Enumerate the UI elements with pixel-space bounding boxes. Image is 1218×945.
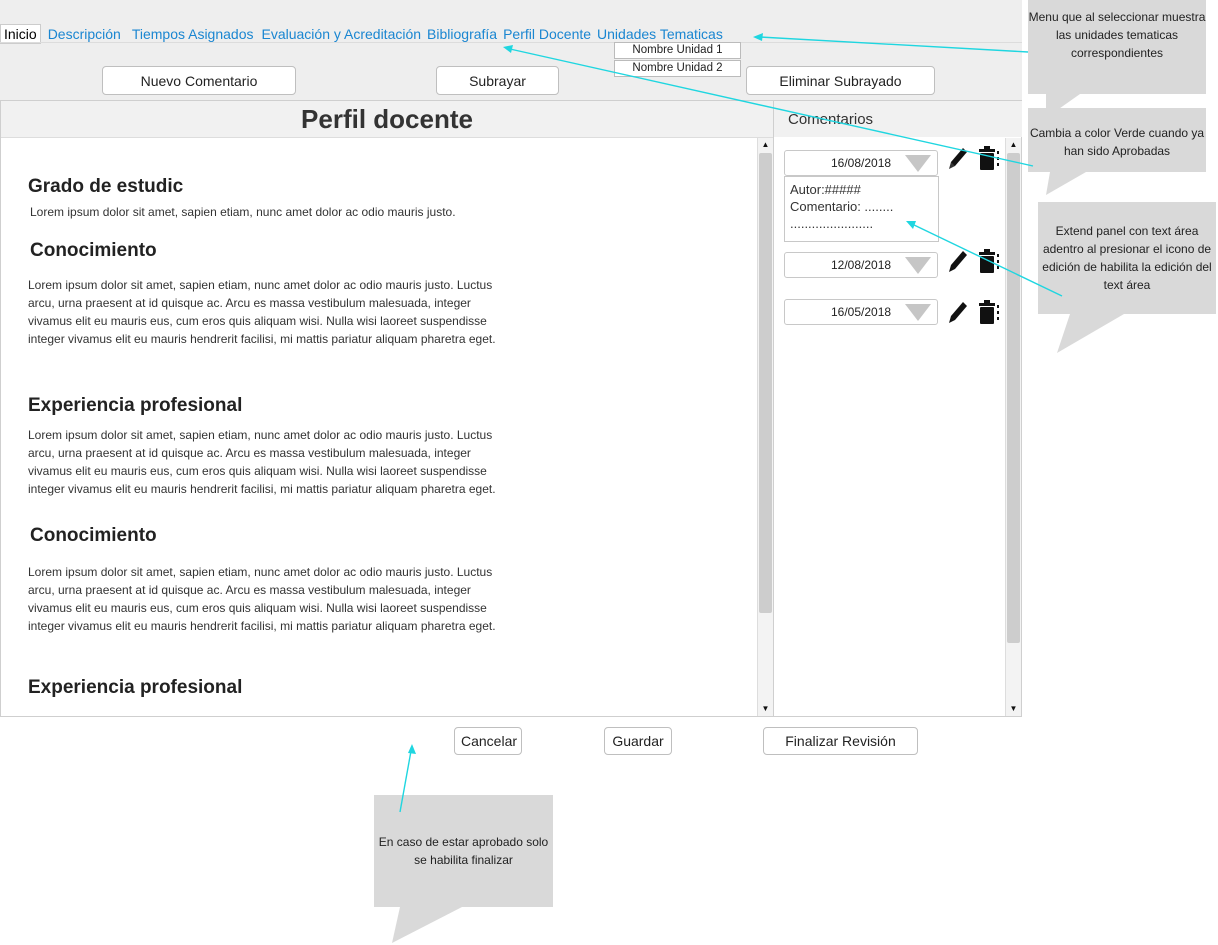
pencil-icon[interactable] [946,299,970,325]
comment-date-dropdown[interactable]: 12/08/2018 [784,252,938,278]
section-body-experiencia: Lorem ipsum dolor sit amet, sapien etiam… [28,428,496,496]
comment-date-dropdown[interactable]: 16/08/2018 [784,150,938,176]
scrollbar-thumb[interactable] [759,153,772,613]
section-heading-experiencia: Experiencia profesional [28,395,243,416]
profile-panel: Perfil docente Grado de estudic Lorem ip… [0,100,774,717]
comment-date: 16/08/2018 [831,156,892,170]
section-heading-grado: Grado de estudic [28,176,184,197]
submenu-item-unit-1[interactable]: Nombre Unidad 1 [614,42,741,59]
note-tail [1057,314,1124,353]
section-body-conocimiento: Lorem ipsum dolor sit amet, sapien etiam… [28,278,496,346]
scrollbar-thumb[interactable] [1007,153,1020,643]
remove-underline-button[interactable]: Eliminar Subrayado [746,66,935,95]
note-approved: Cambia a color Verde cuando ya han sido … [1028,108,1206,172]
scroll-up-icon[interactable]: ▲ [1006,138,1021,152]
pencil-icon[interactable] [946,145,970,171]
menu-item-bibliografia[interactable]: Bibliografía [424,26,500,42]
comment-date: 16/05/2018 [831,305,892,319]
menu-item-evaluacion[interactable]: Evaluación y Acreditación [259,26,425,42]
trash-icon[interactable] [976,145,1000,171]
menu-divider [0,42,1022,43]
scroll-down-icon[interactable]: ▼ [758,702,773,716]
scroll-down-icon[interactable]: ▼ [1006,702,1021,716]
pencil-icon[interactable] [946,248,970,274]
section-heading-experiencia-2: Experiencia profesional [28,677,243,698]
section-heading-conocimiento: Conocimiento [30,240,157,261]
page-title: Perfil docente [1,101,773,138]
note-tail [1046,172,1086,195]
underline-button[interactable]: Subrayar [436,66,559,95]
comments-panel: Comentarios 16/08/2018 Autor:##### Comen… [774,100,1022,717]
new-comment-button[interactable]: Nuevo Comentario [102,66,296,95]
note-menu: Menu que al seleccionar muestra las unid… [1028,0,1206,94]
arrow-head-icon [408,744,416,754]
comment-date: 12/08/2018 [831,258,892,272]
comments-scrollbar[interactable]: ▲ ▼ [1005,138,1021,716]
scroll-up-icon[interactable]: ▲ [758,138,773,152]
chevron-down-icon [905,257,931,274]
chevron-down-icon [905,304,931,321]
menu-item-tiempos[interactable]: Tiempos Asignados [129,26,257,42]
comment-textarea[interactable]: Autor:##### Comentario: ........ .......… [784,176,939,242]
cancel-button[interactable]: Cancelar [454,727,522,755]
trash-icon[interactable] [976,248,1000,274]
note-tail [392,907,462,943]
section-body-conocimiento-2: Lorem ipsum dolor sit amet, sapien etiam… [28,565,496,633]
trash-icon[interactable] [976,299,1000,325]
content-scrollbar[interactable]: ▲ ▼ [757,138,773,716]
menu-item-inicio[interactable]: Inicio [0,24,41,44]
profile-content[interactable]: Grado de estudic Lorem ipsum dolor sit a… [1,138,757,716]
note-finalize: En caso de estar aprobado solo se habili… [374,795,553,907]
submenu-item-unit-2[interactable]: Nombre Unidad 2 [614,60,741,77]
main-menu: Inicio Descripción Tiempos Asignados Eva… [0,24,726,44]
comment-date-dropdown[interactable]: 16/05/2018 [784,299,938,325]
save-button[interactable]: Guardar [604,727,672,755]
section-body-grado: Lorem ipsum dolor sit amet, sapien etiam… [30,205,456,219]
units-submenu: Nombre Unidad 1 Nombre Unidad 2 [614,42,741,78]
note-extend-panel: Extend panel con text área adentro al pr… [1038,202,1216,314]
chevron-down-icon [905,155,931,172]
finish-review-button[interactable]: Finalizar Revisión [763,727,918,755]
menu-item-perfil-docente[interactable]: Perfil Docente [500,26,594,42]
menu-item-descripcion[interactable]: Descripción [45,26,124,42]
comments-title: Comentarios [774,101,1022,137]
menu-item-unidades-tematicas[interactable]: Unidades Tematicas [594,26,726,42]
section-heading-conocimiento-2: Conocimiento [30,525,157,546]
